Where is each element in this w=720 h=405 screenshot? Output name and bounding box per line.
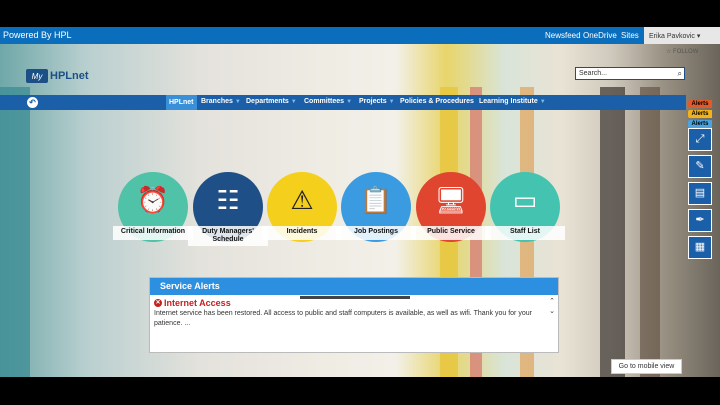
nav-item-policies[interactable]: Policies & Procedures bbox=[400, 98, 474, 105]
tile-public-service[interactable]: 🖥 Public Service bbox=[411, 172, 491, 242]
nav-item-learning-institute[interactable]: Learning Institute ▼ bbox=[479, 98, 546, 105]
site-logo[interactable]: My HPLnet bbox=[26, 67, 89, 85]
nav-item-departments[interactable]: Departments ▼ bbox=[246, 98, 297, 105]
panel-drag-handle[interactable] bbox=[300, 296, 410, 299]
sites-link[interactable]: Sites bbox=[621, 31, 639, 40]
chevron-down-icon[interactable]: ⌄ bbox=[548, 307, 556, 317]
background-book bbox=[0, 87, 30, 377]
news-icon[interactable]: ▦ bbox=[688, 236, 712, 259]
nav-label: Policies & Procedures bbox=[400, 98, 474, 105]
chevron-down-icon: ▼ bbox=[234, 99, 241, 105]
mobile-view-button[interactable]: Go to mobile view bbox=[611, 359, 682, 374]
back-arrow-icon[interactable]: ↶ bbox=[27, 97, 38, 108]
nav-label: Committees bbox=[304, 98, 345, 105]
notes-icon[interactable]: ✎ bbox=[688, 155, 712, 178]
alert-title-text: Internet Access bbox=[164, 298, 231, 308]
nav-label: Departments bbox=[246, 98, 289, 105]
tile-label: Job Postings bbox=[336, 226, 416, 240]
tile-label: Incidents bbox=[262, 226, 342, 240]
tile-label: Duty Managers' Schedule bbox=[188, 226, 268, 246]
nav-label: Branches bbox=[201, 98, 233, 105]
brand-text: Powered By HPL bbox=[3, 30, 72, 40]
tile-duty-managers-schedule[interactable]: ☷ Duty Managers' Schedule bbox=[188, 172, 268, 246]
alert-tab-yellow[interactable]: Alerts bbox=[688, 110, 712, 118]
alert-body: Internet service has been restored. All … bbox=[154, 310, 532, 327]
alert-tab-red[interactable]: Alerts bbox=[688, 100, 712, 108]
clipboard-icon[interactable]: ▤ bbox=[688, 182, 712, 205]
alerts-scrollbar[interactable]: ⌃ ⌄ bbox=[548, 297, 556, 323]
chevron-down-icon: ▼ bbox=[388, 99, 395, 105]
logo-text: HPLnet bbox=[50, 70, 89, 82]
expand-icon[interactable]: ⤢ bbox=[688, 128, 712, 151]
onedrive-link[interactable]: OneDrive bbox=[583, 31, 617, 40]
tile-label: Critical Information bbox=[113, 226, 193, 240]
tile-job-postings[interactable]: 📋 Job Postings bbox=[336, 172, 416, 242]
nav-label: Learning Institute bbox=[479, 98, 538, 105]
tile-critical-information[interactable]: ⏰ Critical Information bbox=[113, 172, 193, 242]
nav-label: HPLnet bbox=[169, 99, 194, 106]
chevron-down-icon: ▼ bbox=[290, 99, 297, 105]
user-menu[interactable]: Erika Pavkovic ▾ bbox=[644, 27, 720, 44]
background-book bbox=[600, 87, 625, 377]
follow-button[interactable]: ☆ FOLLOW bbox=[666, 48, 698, 55]
search-icon[interactable]: ⌕ bbox=[678, 69, 682, 79]
nav-item-branches[interactable]: Branches ▼ bbox=[201, 98, 241, 105]
browser-page: Powered By HPL Newsfeed OneDrive Sites E… bbox=[0, 27, 720, 377]
chevron-up-icon[interactable]: ⌃ bbox=[548, 297, 556, 307]
nav-item-hplnet[interactable]: HPLnet bbox=[166, 95, 197, 110]
error-icon: ✕ bbox=[154, 299, 162, 307]
quill-icon[interactable]: ✒ bbox=[688, 209, 712, 232]
service-alerts-panel: Service Alerts ✕ Internet Access Interne… bbox=[149, 277, 559, 353]
tile-staff-list[interactable]: ▭ Staff List bbox=[485, 172, 565, 242]
nav-label: Projects bbox=[359, 98, 387, 105]
tile-incidents[interactable]: ⚠ Incidents bbox=[262, 172, 342, 242]
alert-title[interactable]: ✕ Internet Access bbox=[154, 298, 231, 308]
chevron-down-icon: ▼ bbox=[346, 99, 353, 105]
alert-tab-blue[interactable]: Alerts bbox=[688, 120, 712, 128]
service-alerts-heading: Service Alerts bbox=[150, 278, 558, 295]
chevron-down-icon: ▼ bbox=[539, 99, 546, 105]
tile-label: Public Service bbox=[411, 226, 491, 240]
background-book bbox=[640, 87, 660, 377]
search-placeholder: Search... bbox=[579, 70, 608, 77]
tile-label: Staff List bbox=[485, 226, 565, 240]
nav-item-committees[interactable]: Committees ▼ bbox=[304, 98, 352, 105]
logo-mark: My bbox=[26, 69, 48, 83]
nav-item-projects[interactable]: Projects ▼ bbox=[359, 98, 395, 105]
search-input[interactable]: Search... ⌕ bbox=[575, 67, 685, 80]
top-navigation: ↶ HPLnet Branches ▼ Departments ▼ Committe… bbox=[0, 95, 686, 110]
newsfeed-link[interactable]: Newsfeed bbox=[545, 31, 581, 40]
suite-bar: Powered By HPL Newsfeed OneDrive Sites E… bbox=[0, 27, 720, 44]
